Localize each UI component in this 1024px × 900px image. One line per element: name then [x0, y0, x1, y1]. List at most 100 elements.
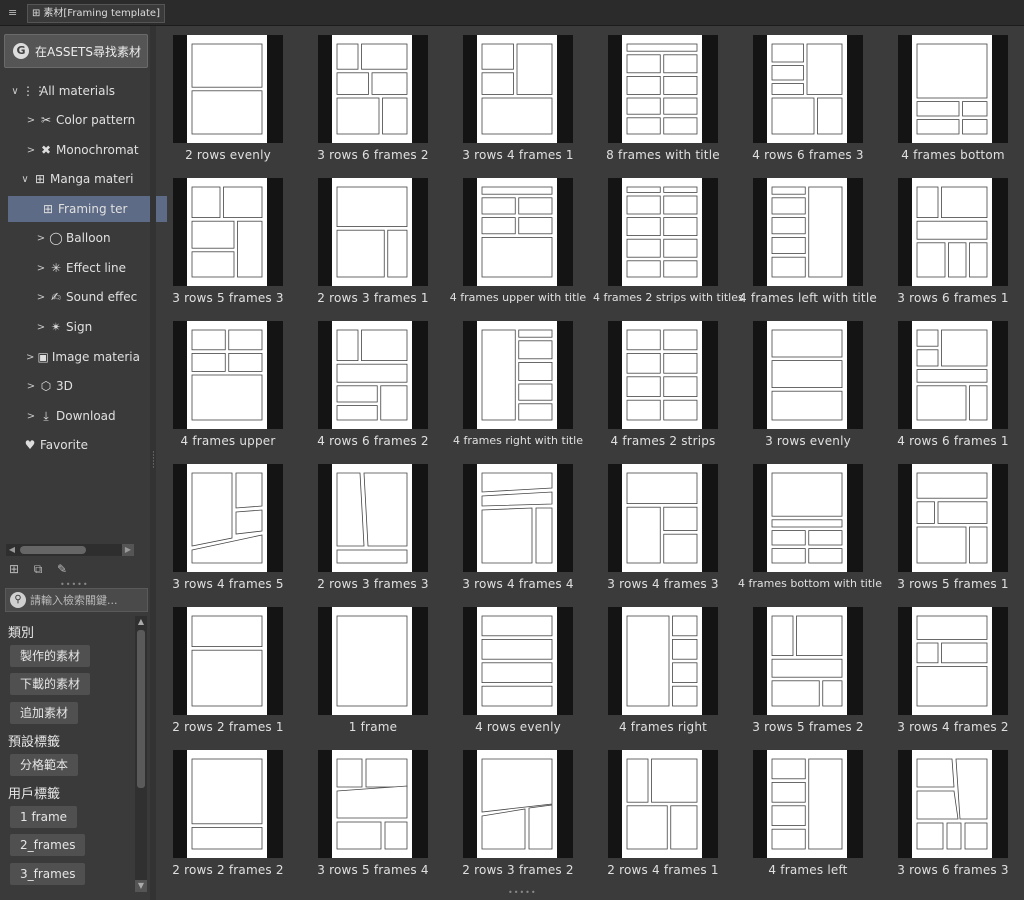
- chevron-right-icon[interactable]: >: [26, 352, 34, 363]
- duplicate-folder-icon[interactable]: ⧉: [28, 560, 48, 578]
- template-thumbnail[interactable]: [173, 607, 283, 715]
- chevron-right-icon[interactable]: >: [26, 115, 36, 126]
- template-tile[interactable]: 4 rows 6 frames 1: [883, 312, 1024, 455]
- template-tile[interactable]: 8 frames with title: [593, 26, 738, 169]
- template-thumbnail[interactable]: [173, 464, 283, 572]
- scroll-down-icon[interactable]: ▼: [135, 880, 147, 892]
- template-thumbnail[interactable]: [173, 750, 283, 858]
- chevron-right-icon[interactable]: >: [26, 145, 36, 156]
- template-tile[interactable]: 3 rows 5 frames 3: [158, 169, 303, 312]
- template-tile[interactable]: 3 rows 5 frames 2: [738, 598, 883, 741]
- edit-folder-icon[interactable]: ✎: [52, 560, 72, 578]
- template-tile[interactable]: 2 rows 3 frames 3: [303, 455, 448, 598]
- template-thumbnail[interactable]: [898, 321, 1008, 429]
- template-tile[interactable]: 2 rows 2 frames 1: [158, 598, 303, 741]
- chevron-down-icon[interactable]: ∨: [20, 174, 30, 185]
- tree-item-all-materials[interactable]: ∨ ⋮⋮ All materials: [10, 78, 140, 104]
- template-tile[interactable]: 4 frames upper with title: [448, 169, 593, 312]
- tag-button[interactable]: 1 frame: [10, 806, 78, 828]
- template-thumbnail[interactable]: [608, 321, 718, 429]
- template-tile[interactable]: 3 rows 6 frames 2: [303, 26, 448, 169]
- template-tile[interactable]: 3 rows 4 frames 4: [448, 455, 593, 598]
- template-tile[interactable]: 1 frame: [303, 598, 448, 741]
- template-tile[interactable]: 4 frames right with title: [448, 312, 593, 455]
- template-tile[interactable]: 3 rows 6 frames 1: [883, 169, 1024, 312]
- template-tile[interactable]: 4 rows 6 frames 3: [738, 26, 883, 169]
- tree-item-balloon[interactable]: > ◯ Balloon: [36, 225, 140, 251]
- tree-item-sound-effec[interactable]: > ✍ Sound effec: [36, 284, 140, 310]
- template-tile[interactable]: 3 rows 5 frames 4: [303, 741, 448, 884]
- tag-button[interactable]: 下載的素材: [10, 673, 91, 695]
- tree-item-3d[interactable]: > ⬡ 3D: [26, 373, 140, 399]
- template-thumbnail[interactable]: [608, 607, 718, 715]
- template-thumbnail[interactable]: [463, 178, 573, 286]
- template-thumbnail[interactable]: [898, 607, 1008, 715]
- template-thumbnail[interactable]: [173, 35, 283, 143]
- tree-item-color-pattern[interactable]: > ✂ Color pattern: [26, 107, 140, 133]
- tree-item-sign[interactable]: > ✴ Sign: [36, 314, 140, 340]
- template-thumbnail[interactable]: [898, 750, 1008, 858]
- template-tile[interactable]: 2 rows 3 frames 2: [448, 741, 593, 884]
- template-tile[interactable]: 4 frames bottom: [883, 26, 1024, 169]
- chevron-right-icon[interactable]: >: [36, 233, 46, 244]
- template-thumbnail[interactable]: [753, 750, 863, 858]
- template-thumbnail[interactable]: [173, 321, 283, 429]
- template-tile[interactable]: 4 rows 6 frames 2: [303, 312, 448, 455]
- template-tile[interactable]: 2 rows 2 frames 2: [158, 741, 303, 884]
- tab-materials[interactable]: ⊞ 素材[Framing template]: [27, 4, 165, 23]
- chevron-down-icon[interactable]: ∨: [10, 86, 20, 97]
- template-tile[interactable]: 4 frames bottom with title: [738, 455, 883, 598]
- tag-button[interactable]: 追加素材: [10, 702, 79, 724]
- template-thumbnail[interactable]: [318, 464, 428, 572]
- tree-item-download[interactable]: > ⤓ Download: [26, 403, 140, 429]
- template-tile[interactable]: 4 frames 2 strips with titles: [593, 169, 744, 312]
- template-thumbnail[interactable]: [463, 607, 573, 715]
- template-thumbnail[interactable]: [898, 178, 1008, 286]
- template-tile[interactable]: 4 frames left: [738, 741, 883, 884]
- tree-item-favorite[interactable]: ♥ Favorite: [22, 432, 140, 458]
- template-tile[interactable]: 4 frames upper: [158, 312, 303, 455]
- template-thumbnail[interactable]: [608, 464, 718, 572]
- template-thumbnail[interactable]: [753, 35, 863, 143]
- chevron-right-icon[interactable]: >: [36, 263, 46, 274]
- menu-icon[interactable]: ≡: [8, 6, 17, 19]
- chevron-right-icon[interactable]: >: [36, 292, 46, 303]
- template-thumbnail[interactable]: [608, 750, 718, 858]
- tag-button[interactable]: 分格範本: [10, 754, 79, 776]
- template-thumbnail[interactable]: [463, 321, 573, 429]
- template-thumbnail[interactable]: [463, 464, 573, 572]
- template-tile[interactable]: 3 rows 4 frames 1: [448, 26, 593, 169]
- scroll-thumb[interactable]: [20, 546, 86, 554]
- template-thumbnail[interactable]: [318, 750, 428, 858]
- template-thumbnail[interactable]: [898, 464, 1008, 572]
- template-tile[interactable]: 2 rows 3 frames 1: [303, 169, 448, 312]
- template-thumbnail[interactable]: [608, 178, 718, 286]
- scroll-up-icon[interactable]: ▲: [135, 616, 147, 628]
- template-tile[interactable]: 3 rows 4 frames 3: [593, 455, 738, 598]
- chevron-right-icon[interactable]: >: [26, 381, 36, 392]
- template-tile[interactable]: 4 frames right: [593, 598, 738, 741]
- divider-grip-icon[interactable]: · · · · · ·: [152, 449, 156, 473]
- template-thumbnail[interactable]: [173, 178, 283, 286]
- new-folder-icon[interactable]: ⊞: [4, 560, 24, 578]
- bottom-grip-icon[interactable]: •••••: [508, 888, 537, 897]
- template-thumbnail[interactable]: [753, 178, 863, 286]
- scroll-left-icon[interactable]: ◀: [6, 544, 18, 556]
- tree-item-monochromat[interactable]: > ✖ Monochromat: [26, 137, 140, 163]
- template-thumbnail[interactable]: [318, 178, 428, 286]
- find-in-assets-button[interactable]: G 在ASSETS尋找素材: [4, 34, 148, 68]
- tag-button[interactable]: 3_frames: [10, 863, 86, 885]
- template-tile[interactable]: 4 frames left with title: [738, 169, 883, 312]
- template-tile[interactable]: 3 rows 4 frames 2: [883, 598, 1024, 741]
- scroll-right-icon[interactable]: ▶: [122, 544, 134, 556]
- template-tile[interactable]: 2 rows 4 frames 1: [593, 741, 738, 884]
- template-thumbnail[interactable]: [898, 35, 1008, 143]
- tree-item-effect-line[interactable]: > ✳ Effect line: [36, 255, 140, 281]
- template-tile[interactable]: 3 rows evenly: [738, 312, 883, 455]
- template-thumbnail[interactable]: [608, 35, 718, 143]
- template-thumbnail[interactable]: [318, 35, 428, 143]
- template-thumbnail[interactable]: [753, 607, 863, 715]
- chevron-right-icon[interactable]: >: [36, 322, 46, 333]
- template-tile[interactable]: 2 rows evenly: [158, 26, 303, 169]
- template-thumbnail[interactable]: [318, 607, 428, 715]
